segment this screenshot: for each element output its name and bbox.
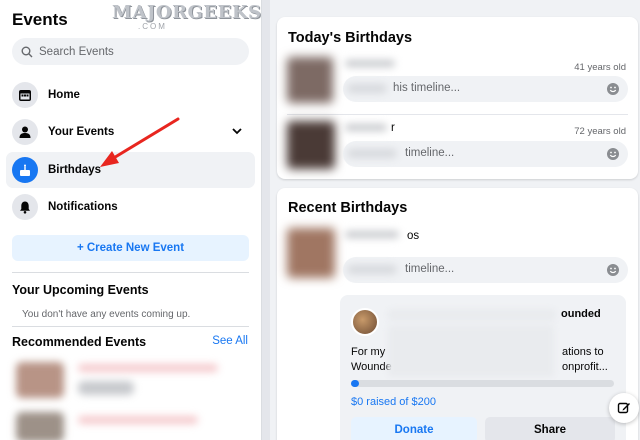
todays-birthdays-card: Today's Birthdays 41 years old his timel… xyxy=(277,17,638,179)
sidebar: Events Search Events Home Your Events Bi… xyxy=(0,0,262,440)
input-placeholder-start xyxy=(347,84,387,93)
fundraiser-card: ounded For my ations to Wounde onprofit.… xyxy=(340,295,626,440)
person-name[interactable] xyxy=(345,231,399,238)
fundraiser-description: ations to xyxy=(562,346,604,358)
avatar[interactable] xyxy=(287,57,333,103)
sidebar-item-notifications[interactable]: Notifications xyxy=(6,189,255,225)
fundraiser-progress-bar xyxy=(351,380,614,387)
recent-birthdays-card: Recent Birthdays os timeline... ounded F… xyxy=(277,188,638,440)
watermark-logo-suffix: .COM xyxy=(138,22,167,31)
birthday-person: os timeline... xyxy=(287,222,628,284)
fundraiser-description: For my xyxy=(351,346,386,358)
fundraiser-title-tail: ounded xyxy=(561,308,601,320)
new-message-button[interactable] xyxy=(609,393,639,423)
sidebar-item-label: Notifications xyxy=(48,201,118,213)
fundraiser-description: Wounde xyxy=(351,361,392,373)
emoji-icon[interactable] xyxy=(606,147,620,161)
recommended-event-thumbnail[interactable] xyxy=(16,362,64,398)
bell-icon xyxy=(12,194,38,220)
sidebar-item-label: Your Events xyxy=(48,126,115,138)
fundraiser-description: onprofit... xyxy=(562,361,608,373)
birthday-person: 41 years old his timeline... xyxy=(287,57,628,109)
person-name[interactable] xyxy=(345,60,395,67)
person-name[interactable] xyxy=(345,124,387,131)
search-icon xyxy=(21,46,33,57)
person-name-tail: os xyxy=(407,230,420,242)
sidebar-item-your-events[interactable]: Your Events xyxy=(6,114,255,150)
recommended-event-title[interactable] xyxy=(78,416,198,424)
share-button[interactable]: Share xyxy=(485,417,615,440)
sidebar-item-birthdays[interactable]: Birthdays xyxy=(6,152,255,188)
watermark-logo: MAJORGEEKS xyxy=(112,2,262,23)
sidebar-item-label: Home xyxy=(48,89,80,101)
recommended-event-thumbnail[interactable] xyxy=(16,412,64,440)
person-name-tail: r xyxy=(391,122,395,134)
fundraiser-blurred-text xyxy=(388,325,554,377)
divider xyxy=(287,114,628,115)
sidebar-item-home[interactable]: Home xyxy=(6,77,255,113)
calendar-icon xyxy=(12,82,38,108)
emoji-icon[interactable] xyxy=(606,82,620,96)
input-placeholder-start xyxy=(347,149,397,158)
avatar[interactable] xyxy=(287,121,335,169)
upcoming-events-heading: Your Upcoming Events xyxy=(12,283,149,297)
recent-birthdays-title: Recent Birthdays xyxy=(288,200,408,216)
search-placeholder: Search Events xyxy=(39,45,114,58)
emoji-icon[interactable] xyxy=(606,263,620,277)
divider xyxy=(12,326,249,327)
birthday-person: r 72 years old timeline... xyxy=(287,121,628,173)
input-placeholder-start xyxy=(347,265,397,274)
timeline-post-input[interactable]: his timeline... xyxy=(343,76,628,102)
compose-icon xyxy=(617,402,630,414)
scroll-gutter xyxy=(262,0,270,440)
input-placeholder: his timeline... xyxy=(393,82,461,94)
age-label: 41 years old xyxy=(574,62,626,73)
chevron-down-icon[interactable] xyxy=(231,125,243,137)
recommended-event-meta xyxy=(78,381,134,395)
see-all-link[interactable]: See All xyxy=(212,335,248,347)
fundraiser-progress-fill xyxy=(351,380,359,387)
fundraiser-title xyxy=(388,309,556,321)
search-input[interactable]: Search Events xyxy=(12,38,249,65)
fundraiser-avatar xyxy=(351,308,379,336)
person-icon xyxy=(12,119,38,145)
donate-button[interactable]: Donate xyxy=(351,417,477,440)
sidebar-item-label: Birthdays xyxy=(48,164,102,176)
divider xyxy=(12,272,249,273)
recommended-event-title[interactable] xyxy=(78,364,218,372)
upcoming-events-empty: You don't have any events coming up. xyxy=(22,309,191,320)
create-new-event-button[interactable]: + Create New Event xyxy=(12,235,249,261)
timeline-post-input[interactable]: timeline... xyxy=(343,257,628,283)
recommended-events-heading: Recommended Events xyxy=(12,335,147,349)
input-placeholder: timeline... xyxy=(405,263,455,275)
todays-birthdays-title: Today's Birthdays xyxy=(288,30,413,46)
timeline-post-input[interactable]: timeline... xyxy=(343,141,628,167)
fundraiser-raised-amount: $0 raised of $200 xyxy=(351,396,437,408)
birthday-cake-icon xyxy=(12,157,38,183)
input-placeholder: timeline... xyxy=(405,147,455,159)
age-label: 72 years old xyxy=(574,126,626,137)
avatar[interactable] xyxy=(287,228,335,278)
page-title: Events xyxy=(12,10,68,29)
